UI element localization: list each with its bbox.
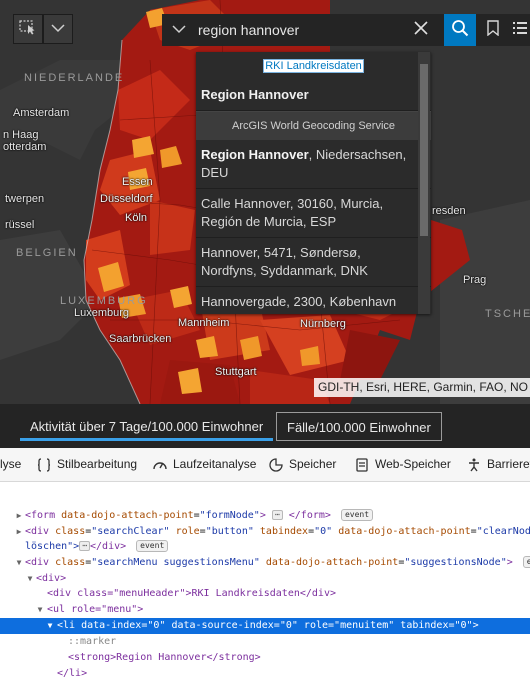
label-mannheim: Mannheim <box>178 317 230 329</box>
select-tool-button[interactable] <box>13 14 43 44</box>
label-tschechien: TSCHE <box>485 308 530 320</box>
search-button[interactable] <box>444 14 476 46</box>
layer-tab-bar: Aktivität über 7 Tage/100.000 Einwohner … <box>0 404 530 448</box>
search-widget <box>162 14 530 46</box>
suggestion-item[interactable]: Calle Hannover, 30160, Murcia, Región de… <box>196 189 431 238</box>
collapse-arrow-icon[interactable]: ▼ <box>35 602 45 618</box>
label-koeln: Köln <box>125 212 148 224</box>
devtools-tab-analyse[interactable]: lyse <box>0 448 21 481</box>
label-saarbruecken: Saarbrücken <box>109 333 172 345</box>
dom-node-li-selected[interactable]: ▼ <li data-index="0" data-source-index="… <box>0 618 530 634</box>
clear-search-button[interactable] <box>404 14 438 46</box>
select-icon <box>19 19 37 40</box>
search-input[interactable] <box>198 14 394 46</box>
collapse-arrow-icon[interactable]: ▼ <box>14 555 24 571</box>
label-essen: Essen <box>122 176 153 188</box>
search-source-dropdown[interactable] <box>162 14 196 46</box>
list-icon <box>513 21 527 40</box>
chevron-down-icon <box>51 20 65 38</box>
dom-node-div[interactable]: ▼ <div> <box>0 571 530 587</box>
label-belgien: BELGIEN <box>16 247 78 259</box>
menu-header-geocoding: ArcGIS World Geocoding Service <box>196 111 431 140</box>
suggestion-rki-region-hannover[interactable]: Region Hannover <box>196 80 431 111</box>
bookmarks-button[interactable] <box>478 14 508 46</box>
suggestion-item[interactable]: Region Hannover, Niedersachsen, DEU <box>196 140 431 189</box>
label-rotterdam: otterdam <box>3 141 47 153</box>
dom-node-ul-menu[interactable]: ▼ <ul role="menu"> <box>0 602 530 618</box>
label-luxemburg-country: LUXEMBURG <box>60 295 148 307</box>
suggestions-scrollbar[interactable] <box>418 52 430 314</box>
tab-label: Laufzeitanalyse <box>173 457 257 471</box>
label-amsterdam: Amsterdam <box>13 107 70 119</box>
devtools-tab-accessibility[interactable]: Barrieref <box>466 448 530 481</box>
dom-node-marker[interactable]: ::marker <box>0 634 530 650</box>
dom-node-search-clear[interactable]: ▶ <div class="searchClear" role="button"… <box>0 524 530 540</box>
memory-icon <box>268 457 284 473</box>
gauge-icon <box>152 457 168 473</box>
label-stuttgart: Stuttgart <box>215 366 257 378</box>
devtools-tab-memory[interactable]: Speicher <box>268 448 336 481</box>
braces-icon <box>36 457 52 473</box>
map-view[interactable]: NIEDERLANDE Amsterdam n Haag otterdam Es… <box>0 0 530 404</box>
chevron-down-icon <box>172 21 186 39</box>
tab-activity-7-days[interactable]: Aktivität über 7 Tage/100.000 Einwohner <box>20 412 274 441</box>
label-nuernberg: Nürnberg <box>300 318 346 330</box>
dom-node-menu-header[interactable]: <div class="menuHeader">RKI Landkreisdat… <box>0 586 530 602</box>
dom-node-suggestions-menu[interactable]: ▼ <div class="searchMenu suggestionsMenu… <box>0 555 530 571</box>
label-luxemburg-city: Luxemburg <box>74 307 130 319</box>
event-badge[interactable]: event <box>136 540 169 552</box>
devtools-toolbar: lyse Stilbearbeitung Laufzeitanalyse Spe… <box>0 448 530 482</box>
suggestion-item[interactable]: Hannovergade, 2300, København <box>196 287 431 314</box>
dom-node-li-close[interactable]: </li> <box>0 666 530 677</box>
collapse-arrow-icon[interactable]: ▼ <box>45 618 55 634</box>
label-bruessel: rüssel <box>5 219 35 231</box>
label-dresden: resden <box>432 205 466 217</box>
suggestion-item[interactable]: Hannover, 5471, Søndersø, Nordfyns, Sydd… <box>196 238 431 287</box>
label-den-haag: n Haag <box>3 129 39 141</box>
layer-list-button[interactable] <box>510 14 530 46</box>
expand-arrow-icon[interactable]: ▶ <box>14 524 24 540</box>
devtools-tab-performance[interactable]: Laufzeitanalyse <box>152 448 256 481</box>
collapsed-ellipsis[interactable]: ⋯ <box>271 510 283 520</box>
label-antwerpen: twerpen <box>5 193 45 205</box>
tab-label: Barrieref <box>487 457 530 471</box>
expand-arrow-icon[interactable]: ▶ <box>14 508 24 524</box>
tab-label: Speicher <box>289 457 337 471</box>
scrollbar-thumb[interactable] <box>420 64 428 236</box>
devtools-tab-style-editor[interactable]: Stilbearbeitung <box>36 448 137 481</box>
dom-inspector-tree[interactable]: ▶ <form data-dojo-attach-point="formNode… <box>0 482 530 677</box>
collapse-arrow-icon[interactable]: ▼ <box>25 571 35 587</box>
tab-label: Stilbearbeitung <box>57 457 138 471</box>
bookmark-icon <box>487 19 499 41</box>
label-prag: Prag <box>463 274 487 286</box>
tab-label: lyse <box>0 457 22 471</box>
label-niederlande: NIEDERLANDE <box>24 72 125 84</box>
suggestions-menu: RKI Landkreisdaten Region Hannover ArcGI… <box>196 52 431 314</box>
close-icon <box>414 20 428 40</box>
menu-header-rki: RKI Landkreisdaten <box>263 59 364 73</box>
dom-node-form[interactable]: ▶ <form data-dojo-attach-point="formNode… <box>0 508 530 524</box>
label-duesseldorf: Düsseldorf <box>100 193 153 205</box>
map-attribution: GDI-TH, Esri, HERE, Garmin, FAO, NO <box>314 378 530 397</box>
event-badge[interactable]: eve <box>522 556 530 568</box>
event-badge[interactable]: event <box>340 509 374 521</box>
dom-node-strong[interactable]: <strong>Region Hannover</strong> <box>0 650 530 666</box>
tab-label: Web-Speicher <box>375 457 451 471</box>
devtools-tab-storage[interactable]: Web-Speicher <box>354 448 451 481</box>
tab-cases-per-100k[interactable]: Fälle/100.000 Einwohner <box>276 412 442 441</box>
select-options-dropdown[interactable] <box>43 14 73 44</box>
accessibility-icon <box>466 457 482 473</box>
dom-node-search-clear-cont[interactable]: löschen"> ⋯ </div> event <box>0 539 530 555</box>
collapsed-ellipsis[interactable]: ⋯ <box>79 541 91 551</box>
storage-icon <box>354 457 370 473</box>
search-icon <box>451 19 469 42</box>
